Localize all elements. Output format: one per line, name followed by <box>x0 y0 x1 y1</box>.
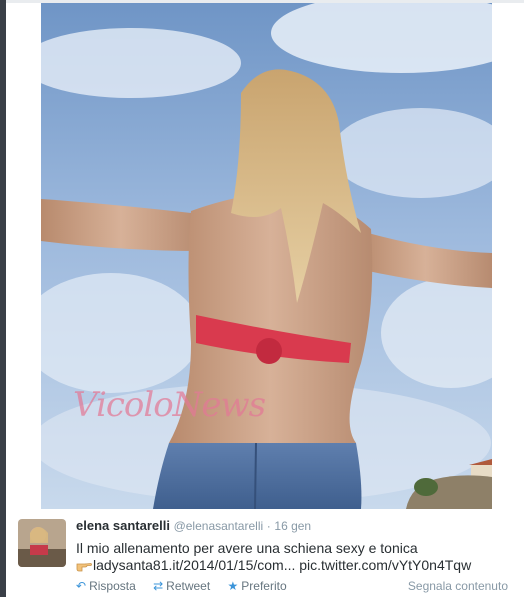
tweet-time[interactable]: 16 gen <box>274 519 311 533</box>
pointing-hand-icon <box>76 563 92 572</box>
retweet-label: Retweet <box>166 579 211 593</box>
tweet-header: elena santarelli @elenasantarelli · 16 g… <box>76 518 311 533</box>
tweet-text: Il mio allenamento per avere una schiena… <box>76 540 418 556</box>
author-name[interactable]: elena santarelli <box>76 518 170 533</box>
avatar-image <box>18 519 66 567</box>
avatar[interactable] <box>18 519 66 567</box>
retweet-button[interactable]: ⇄ Retweet <box>153 579 210 593</box>
author-handle[interactable]: @elenasantarelli <box>174 519 264 533</box>
tweet: elena santarelli @elenasantarelli · 16 g… <box>18 515 516 597</box>
star-icon: ★ <box>227 579 239 593</box>
retweet-icon: ⇄ <box>153 579 164 593</box>
tweet-actions: ↶ Risposta ⇄ Retweet ★ Preferito <box>76 579 301 593</box>
reply-label: Risposta <box>89 579 136 593</box>
favorite-label: Preferito <box>241 579 287 593</box>
tweet-links: ladysanta81.it/2014/01/15/com... pic.twi… <box>76 557 471 573</box>
report-content-link[interactable]: Segnala contenuto <box>408 579 508 593</box>
favorite-button[interactable]: ★ Preferito <box>228 579 287 593</box>
watermark-logo: VicoloNews <box>73 385 266 425</box>
reply-icon: ↶ <box>76 579 87 593</box>
window-edge <box>0 0 6 597</box>
separator: · <box>266 519 271 533</box>
tweet-link-text[interactable]: ladysanta81.it/2014/01/15/com... pic.twi… <box>93 557 471 573</box>
reply-button[interactable]: ↶ Risposta <box>76 579 136 593</box>
